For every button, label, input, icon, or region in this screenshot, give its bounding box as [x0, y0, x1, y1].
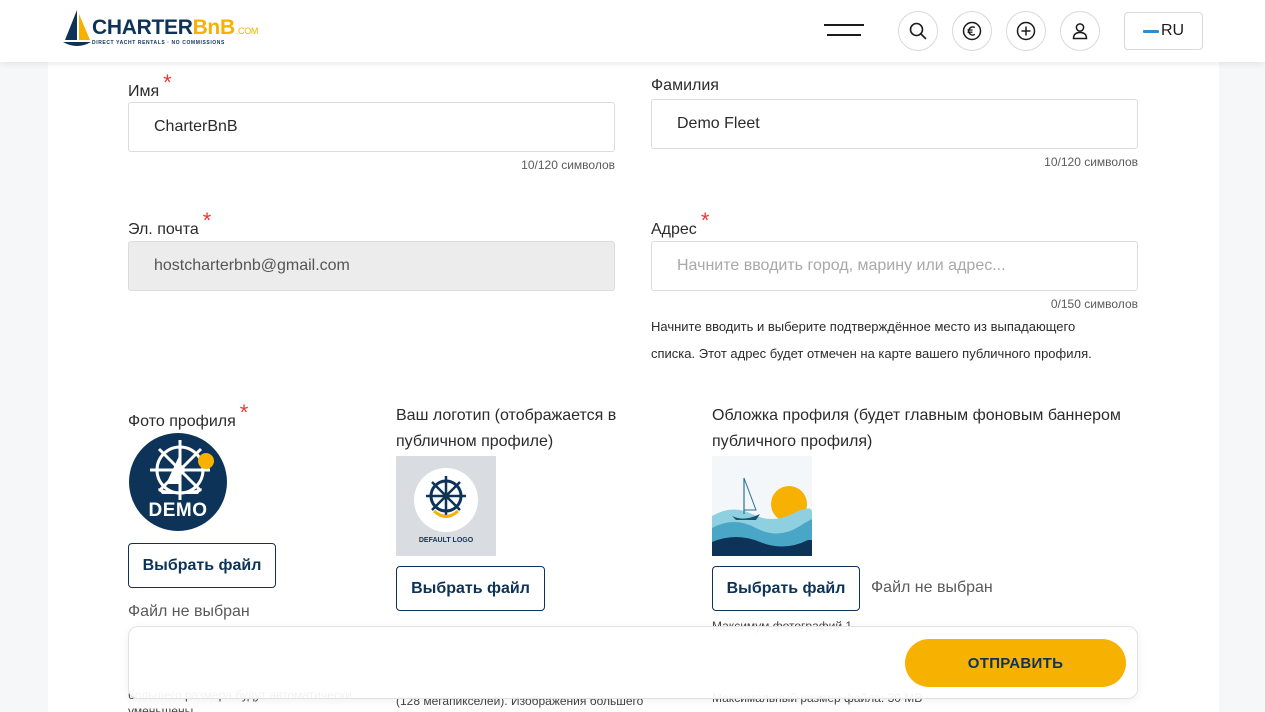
submit-button[interactable]: ОТПРАВИТЬ [905, 639, 1126, 687]
profile-photo-choose-button[interactable]: Выбрать файл [128, 543, 276, 588]
flag-icon [1142, 29, 1159, 33]
language-code: RU [1160, 22, 1185, 39]
address-label: Адрес * [651, 208, 710, 238]
logo-accent: BnB [192, 16, 236, 39]
cover-status: Файл не выбран [871, 579, 993, 596]
address-help-text: Начните вводить и выберите подтверждённо… [651, 319, 1092, 361]
search-button[interactable] [898, 11, 938, 51]
euro-icon [962, 21, 982, 41]
language-selector[interactable]: RU [1124, 12, 1203, 50]
currency-button[interactable] [952, 11, 992, 51]
required-mark: * [202, 208, 212, 233]
last-name-counter: 10/120 символов [1044, 155, 1138, 169]
add-listing-button[interactable] [1006, 11, 1046, 51]
email-label: Эл. почта * [128, 208, 212, 238]
last-name-label: Фамилия [651, 77, 719, 94]
sailboat-logo-icon [63, 10, 91, 46]
first-name-field[interactable]: CharterBnB [128, 102, 615, 152]
cover-label: Обложка профиля (будет главным фоновым б… [712, 407, 1121, 450]
logo-name: CHARTER [92, 16, 193, 39]
required-mark: * [239, 400, 249, 425]
last-name-field[interactable]: Demo Fleet [651, 99, 1138, 149]
required-mark: * [700, 208, 710, 233]
address-input[interactable]: Начните вводить город, марину или адрес.… [651, 241, 1138, 291]
address-counter: 0/150 символов [1050, 297, 1138, 311]
required-mark: * [163, 70, 172, 95]
site-header: CHARTERBnB.COM DIRECT YACHT RENTALS · NO… [0, 0, 1265, 62]
logo-tagline: DIRECT YACHT RENTALS · NO COMMISSIONS [92, 40, 225, 46]
logo-choose-button[interactable]: Выбрать файл [396, 566, 545, 611]
profile-photo-preview: DEMO [128, 432, 228, 532]
user-icon [1072, 23, 1088, 40]
first-name-label: Имя * [128, 70, 172, 100]
search-icon [909, 22, 927, 40]
plus-icon [1016, 21, 1036, 41]
logo-suffix: .COM [235, 26, 259, 36]
profile-photo-status: Файл не выбран [128, 603, 250, 620]
cover-preview [712, 456, 812, 556]
first-name-counter: 10/120 символов [521, 158, 615, 172]
charterbnb-logo[interactable]: CHARTERBnB.COM DIRECT YACHT RENTALS · NO… [62, 8, 258, 52]
sea-waves-icon [712, 477, 812, 556]
profile-photo-text: DEMO [148, 500, 208, 521]
email-field: hostcharterbnb@gmail.com [128, 241, 615, 291]
cover-choose-button[interactable]: Выбрать файл [712, 566, 860, 611]
logo-preview: DEFAULT LOGO [396, 456, 496, 556]
logo-preview-text: DEFAULT LOGO [418, 537, 474, 544]
profile-photo-note-2: уменьшены [128, 704, 194, 712]
logo-label: Ваш логотип (отображается в публичном пр… [396, 407, 617, 450]
account-button[interactable] [1060, 11, 1100, 51]
menu-icon[interactable] [824, 24, 864, 40]
submit-bar: ОТПРАВИТЬ [128, 626, 1138, 699]
profile-photo-label: Фото профиля * [128, 400, 249, 430]
